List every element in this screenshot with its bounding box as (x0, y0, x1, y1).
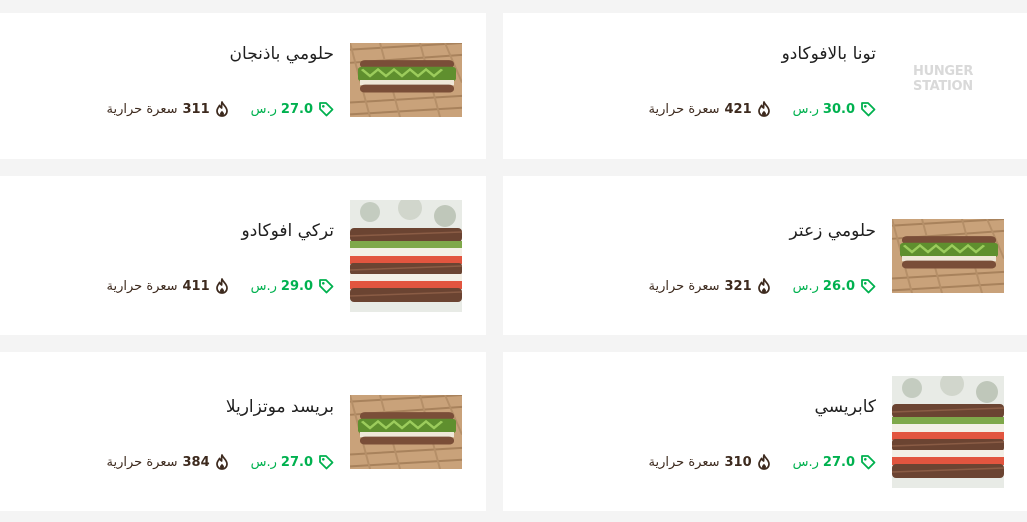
menu-item-card[interactable]: تركي افوكادو 29.0 ر.س 411 سعرة حرارية (0, 176, 486, 335)
item-name: تونا بالافوكادو (781, 44, 876, 64)
calorie-unit-label: سعرة حرارية (648, 278, 720, 294)
item-price: 30.0 (822, 101, 855, 117)
price-tag-icon (860, 101, 876, 117)
currency-label: ر.س (250, 101, 277, 117)
item-name: بريسد موتزاريلا (225, 397, 334, 417)
item-calories: 321 (724, 278, 752, 294)
item-name: تركي افوكادو (241, 221, 334, 241)
item-meta-row: 27.0 ر.س 310 سعرة حرارية (649, 452, 876, 472)
item-price: 27.0 (280, 454, 313, 470)
item-price: 29.0 (280, 278, 313, 294)
currency-label: ر.س (792, 101, 819, 117)
item-meta-row: 29.0 ر.س 411 سعرة حرارية (107, 276, 334, 296)
item-image (350, 395, 462, 469)
calorie-flame-icon (215, 278, 229, 294)
item-meta-row: 27.0 ر.س 384 سعرة حرارية (107, 452, 334, 472)
currency-label: ر.س (792, 454, 819, 470)
item-price: 27.0 (822, 454, 855, 470)
item-meta-row: 27.0 ر.س 311 سعرة حرارية (107, 99, 334, 119)
menu-item-card[interactable]: حلومي باذنجان 27.0 ر.س 311 سعرة حرارية (0, 13, 486, 159)
calorie-flame-icon (757, 454, 771, 470)
calorie-flame-icon (757, 101, 771, 117)
calorie-unit-label: سعرة حرارية (648, 454, 720, 470)
item-calories: 311 (182, 101, 210, 117)
item-meta-row: 30.0 ر.س 421 سعرة حرارية (649, 99, 876, 119)
logo-line-1: HUNGER (913, 64, 974, 79)
item-calories: 411 (182, 278, 210, 294)
item-calories: 421 (724, 101, 752, 117)
calorie-unit-label: سعرة حرارية (106, 101, 178, 117)
currency-label: ر.س (250, 278, 277, 294)
calorie-unit-label: سعرة حرارية (648, 101, 720, 117)
currency-label: ر.س (250, 454, 277, 470)
item-price: 26.0 (822, 278, 855, 294)
item-image (350, 43, 462, 117)
item-calories: 310 (724, 454, 752, 470)
calorie-unit-label: سعرة حرارية (106, 278, 178, 294)
hungerstation-logo: HUNGER STATION (913, 64, 985, 94)
menu-item-card[interactable]: كابريسي 27.0 ر.س 310 سعرة حرارية (503, 352, 1027, 511)
item-price: 27.0 (280, 101, 313, 117)
item-image (892, 376, 1004, 488)
price-tag-icon (860, 454, 876, 470)
logo-line-2: STATION (913, 79, 973, 94)
item-name: حلومي زعتر (789, 221, 876, 241)
price-tag-icon (318, 454, 334, 470)
item-meta-row: 26.0 ر.س 321 سعرة حرارية (649, 276, 876, 296)
menu-item-card[interactable]: بريسد موتزاريلا 27.0 ر.س 384 سعرة حرارية (0, 352, 486, 511)
calorie-flame-icon (757, 278, 771, 294)
price-tag-icon (318, 278, 334, 294)
item-name: حلومي باذنجان (229, 44, 334, 64)
item-image (350, 200, 462, 312)
currency-label: ر.س (792, 278, 819, 294)
menu-item-card[interactable]: حلومي زعتر 26.0 ر.س 321 سعرة حرارية (503, 176, 1027, 335)
calorie-flame-icon (215, 101, 229, 117)
price-tag-icon (860, 278, 876, 294)
menu-item-card[interactable]: HUNGER STATION تونا بالافوكادو 30.0 ر.س … (503, 13, 1027, 159)
price-tag-icon (318, 101, 334, 117)
item-name: كابريسي (814, 397, 876, 417)
item-calories: 384 (182, 454, 210, 470)
calorie-unit-label: سعرة حرارية (106, 454, 178, 470)
calorie-flame-icon (215, 454, 229, 470)
item-image (892, 219, 1004, 293)
